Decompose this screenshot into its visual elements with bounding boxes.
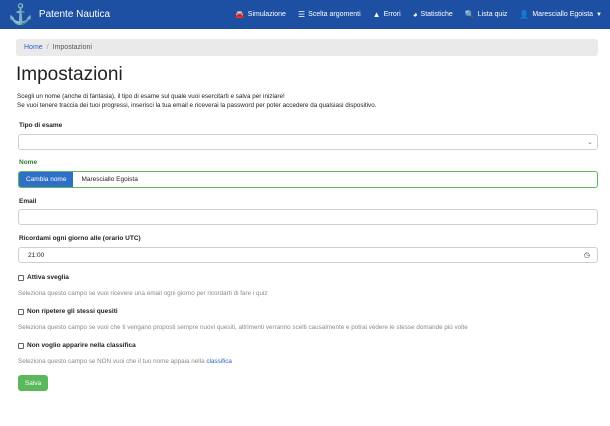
breadcrumb-home-link[interactable]: Home <box>24 44 43 51</box>
no-repeat-checkbox-row: Non ripetere gli stessi quesiti <box>18 308 118 315</box>
user-icon: 👤 <box>519 10 530 19</box>
nav-item-scelta-argomenti[interactable]: ☰ Scelta argomenti <box>298 10 361 19</box>
no-repeat-help: Seleziona questo campo se vuoi che ti ve… <box>18 324 468 331</box>
nav-item-label: Statistiche <box>420 11 453 18</box>
name-input-group: Cambia nome Maresciallo Egoista <box>18 171 598 188</box>
no-ranking-checkbox[interactable] <box>18 342 24 349</box>
no-ranking-label[interactable]: Non voglio apparire nella classifica <box>27 342 136 349</box>
email-field[interactable] <box>18 209 598 225</box>
navbar: ⚓ Patente Nautica 🚘 Simulazione ☰ Scelta… <box>0 0 610 29</box>
breadcrumb-current: Impostazioni <box>52 44 92 51</box>
nav-menu: 🚘 Simulazione ☰ Scelta argomenti ▲ Error… <box>223 0 602 29</box>
change-name-button[interactable]: Cambia nome <box>19 172 74 187</box>
nav-item-lista-quiz[interactable]: 🔍 Lista quiz <box>465 10 508 19</box>
alarm-checkbox-row: Attiva sveglia <box>18 274 69 281</box>
no-ranking-help-text: Seleziona questo campo se NON vuoi che i… <box>18 358 205 365</box>
nav-item-label: Scelta argomenti <box>308 11 361 18</box>
anchor-icon: ⚓ <box>8 3 33 26</box>
alarm-help: Seleziona questo campo se vuoi ricevere … <box>18 290 268 297</box>
email-label: Email <box>19 198 37 205</box>
nav-item-label: Lista quiz <box>477 11 508 18</box>
name-field[interactable]: Maresciallo Egoista <box>73 172 137 187</box>
intro-text: Scegli un nome (anche di fantasia), il t… <box>17 92 376 110</box>
name-label: Nome <box>19 159 38 166</box>
user-menu-label: Maresciallo Egoista <box>532 11 594 18</box>
nav-item-label: Errori <box>383 11 401 18</box>
warning-icon: ▲ <box>372 10 381 19</box>
intro-line-2: Se vuoi tenere traccia dei tuoi progress… <box>17 102 377 109</box>
reminder-time-input[interactable]: 21:00 ◷ <box>18 247 598 263</box>
brand[interactable]: ⚓ Patente Nautica <box>8 5 110 25</box>
search-icon: 🔍 <box>464 10 475 19</box>
intro-line-1: Scegli un nome (anche di fantasia), il t… <box>17 93 285 100</box>
exam-type-select[interactable]: ⌄ <box>18 134 598 150</box>
breadcrumb: Home / Impostazioni <box>16 39 598 56</box>
exam-type-label: Tipo di esame <box>19 122 63 129</box>
chart-pie-icon: ◕ <box>412 10 418 19</box>
user-menu[interactable]: 👤 Maresciallo Egoista ▼ <box>519 10 602 19</box>
no-ranking-help: Seleziona questo campo se NON vuoi che i… <box>18 358 232 365</box>
alarm-checkbox[interactable] <box>18 274 24 281</box>
ranking-link[interactable]: classifica <box>206 358 232 365</box>
reminder-label: Ricordami ogni giorno alle (orario UTC) <box>19 235 141 242</box>
reminder-time-value: 21:00 <box>28 252 45 259</box>
no-ranking-checkbox-row: Non voglio apparire nella classifica <box>18 342 136 349</box>
cars-icon: 🚘 <box>234 10 245 19</box>
save-button[interactable]: Salva <box>18 375 48 391</box>
clock-icon[interactable]: ◷ <box>584 251 590 259</box>
nav-item-simulazione[interactable]: 🚘 Simulazione <box>235 10 286 19</box>
no-repeat-checkbox[interactable] <box>18 308 24 315</box>
brand-title: Patente Nautica <box>38 9 111 20</box>
nav-item-errori[interactable]: ▲ Errori <box>373 10 401 19</box>
nav-item-statistiche[interactable]: ◕ Statistiche <box>413 10 453 19</box>
caret-down-icon: ▼ <box>596 11 602 18</box>
list-icon: ☰ <box>297 10 306 19</box>
chevron-down-icon: ⌄ <box>587 139 593 146</box>
nav-item-label: Simulazione <box>247 11 286 18</box>
alarm-label[interactable]: Attiva sveglia <box>27 274 69 281</box>
no-repeat-label[interactable]: Non ripetere gli stessi quesiti <box>27 308 118 315</box>
page-title: Impostazioni <box>16 64 123 85</box>
breadcrumb-separator: / <box>46 44 49 51</box>
